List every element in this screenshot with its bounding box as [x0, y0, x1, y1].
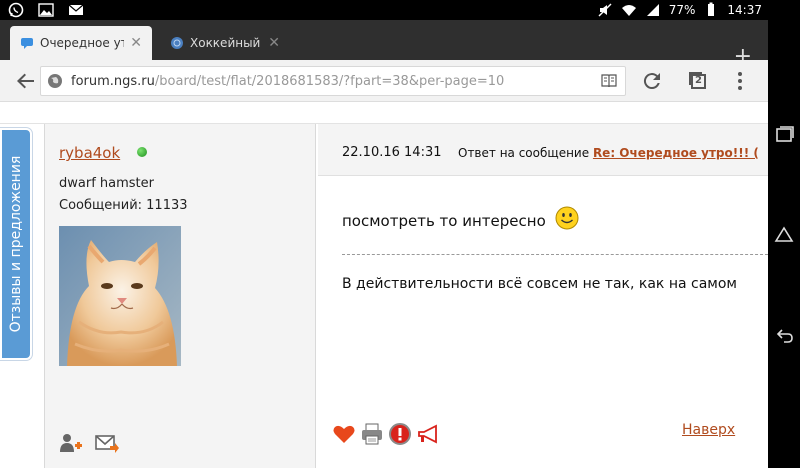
signal-icon — [646, 4, 659, 16]
battery-percent: 77% — [668, 3, 696, 17]
reload-icon[interactable] — [640, 69, 664, 93]
address-bar[interactable]: forum.ngs.ru/board/test/flat/2018681583/… — [40, 66, 626, 96]
tab-count: 2 — [695, 75, 702, 86]
url-text: forum.ngs.ru/board/test/flat/2018681583/… — [71, 74, 504, 89]
back-icon[interactable] — [774, 324, 794, 344]
cat-avatar-image — [59, 226, 181, 366]
close-tab-icon[interactable]: ✕ — [130, 35, 142, 51]
browser-toolbar: forum.ngs.ru/board/test/flat/2018681583/… — [0, 60, 768, 102]
report-icon[interactable] — [388, 422, 412, 446]
tab-title: Очередное утро — [40, 36, 125, 50]
post-date: 22.10.16 14:31 — [342, 145, 442, 160]
smiley-icon — [555, 206, 579, 230]
overflow-menu-icon[interactable] — [728, 69, 752, 93]
tab-active[interactable]: Очередное утро ✕ — [10, 26, 152, 60]
post-actions — [332, 422, 440, 446]
whatsapp-icon — [8, 2, 24, 18]
tab-inactive[interactable]: Хоккейный к ✕ — [160, 26, 290, 60]
reply-to: Ответ на сообщение Re: Очередное утро!!!… — [458, 146, 759, 160]
feedback-tab[interactable]: Отзывы и предложения — [0, 128, 32, 360]
online-status-icon — [137, 147, 147, 157]
send-message-icon[interactable] — [95, 432, 119, 454]
post-body: посмотреть то интересно — [342, 206, 579, 230]
web-page: Отзывы и предложения ryba4ok dwarf hamst… — [0, 102, 768, 468]
reply-link[interactable]: Re: Очередное утро!!! ( — [593, 146, 759, 160]
reply-label: Ответ на сообщение — [458, 146, 590, 160]
page-top-strip — [0, 102, 768, 124]
author-post-count: Сообщений: 11133 — [59, 198, 188, 213]
home-icon[interactable] — [774, 224, 794, 244]
close-tab-icon[interactable]: ✕ — [268, 35, 280, 51]
tab-switcher-button[interactable]: 2 — [686, 69, 710, 93]
megaphone-icon[interactable] — [416, 422, 440, 446]
url-path: /board/test/flat/2018681583/?fpart=38&pe… — [154, 73, 505, 89]
back-arrow-icon[interactable] — [14, 69, 38, 93]
email-icon — [68, 4, 84, 15]
battery-icon — [708, 2, 715, 16]
post-text: посмотреть то интересно — [342, 212, 546, 230]
globe-icon — [48, 74, 62, 88]
signature-divider — [342, 254, 768, 255]
clock: 14:37 — [727, 3, 762, 17]
to-top-link[interactable]: Наверх — [682, 422, 735, 438]
tab-title: Хоккейный к — [190, 36, 262, 50]
status-bar: 77% 14:37 — [0, 0, 768, 20]
post-header: 22.10.16 14:31 Ответ на сообщение Re: Оч… — [318, 124, 768, 176]
post-signature: В действительности всё совсем не так, ка… — [342, 276, 737, 292]
chat-bubble-favicon-icon — [21, 38, 33, 49]
avatar — [59, 226, 181, 366]
mute-icon — [598, 3, 612, 17]
recent-apps-icon[interactable] — [774, 124, 794, 144]
author-actions — [59, 432, 119, 454]
url-host: forum.ngs.ru — [71, 73, 155, 89]
author-name-link[interactable]: ryba4ok — [59, 144, 120, 162]
tab-strip: Очередное утро ✕ Хоккейный к ✕ + — [0, 20, 768, 68]
add-friend-icon[interactable] — [59, 432, 83, 454]
author-panel: ryba4ok dwarf hamster Сообщений: 11133 — [44, 124, 316, 468]
reader-mode-icon[interactable] — [601, 74, 617, 88]
system-nav-bar — [768, 0, 800, 468]
print-icon[interactable] — [360, 422, 384, 446]
globe-favicon-icon — [171, 37, 183, 49]
wifi-icon — [621, 5, 636, 16]
gallery-icon — [38, 3, 54, 17]
author-title: dwarf hamster — [59, 176, 154, 191]
feedback-tab-label: Отзывы и предложения — [8, 155, 24, 333]
heart-icon[interactable] — [332, 422, 356, 446]
post-panel: 22.10.16 14:31 Ответ на сообщение Re: Оч… — [318, 124, 768, 468]
